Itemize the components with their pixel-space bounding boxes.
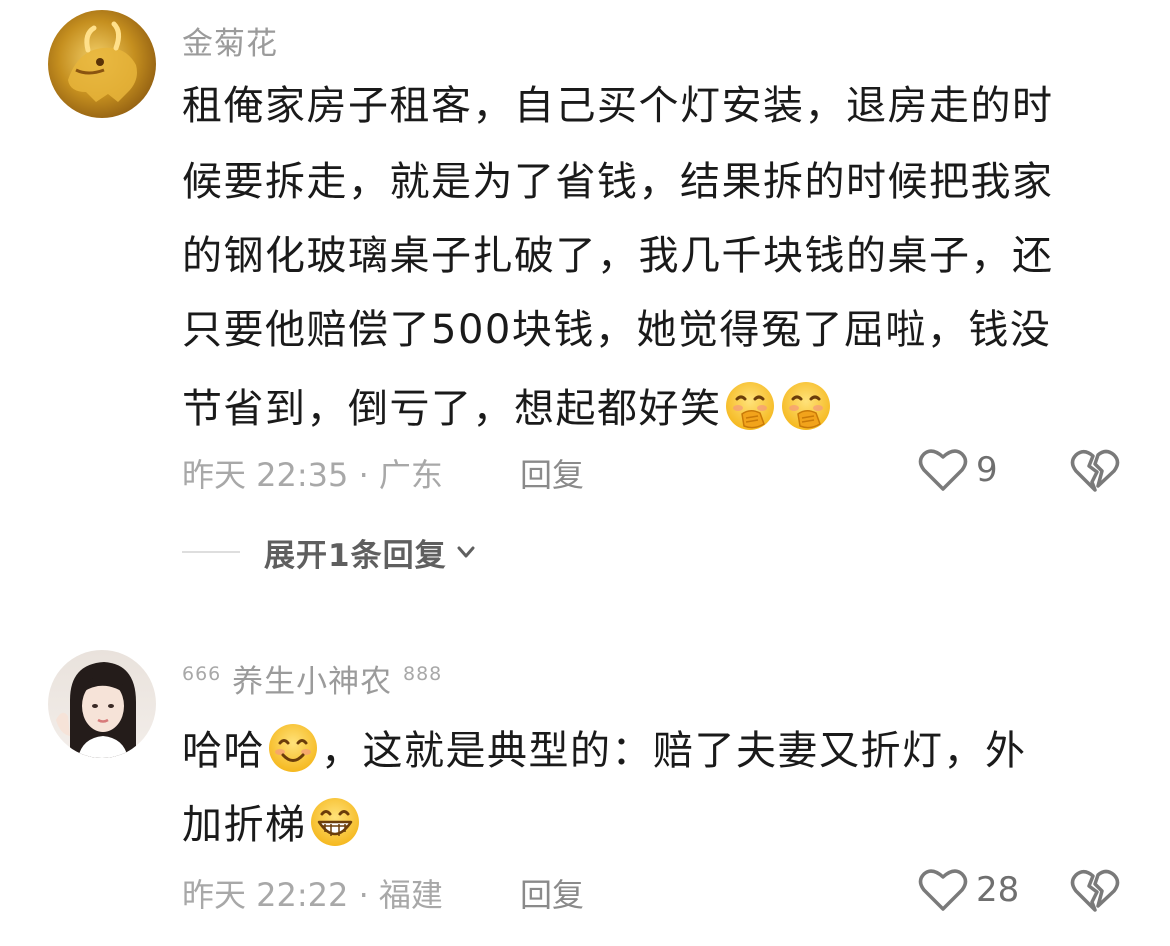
broken-heart-icon — [1070, 869, 1120, 912]
user-badge-right: 888 — [402, 663, 443, 685]
like-count: 28 — [976, 870, 1020, 910]
covering-mouth-laughing-emoji-icon — [725, 382, 774, 430]
grinning-face-emoji-icon — [310, 798, 359, 846]
comment-text-line: 哈哈 ，这就是典型的：赔了夫妻又折灯，外 — [182, 722, 1027, 775]
user-avatar[interactable] — [48, 650, 156, 758]
expand-replies-button[interactable]: 展开1条回复 — [182, 530, 477, 574]
comment-text-line-last: 节省到，倒亏了，想起都好笑 — [182, 380, 834, 433]
expand-replies-label: 展开1条回复 — [264, 537, 447, 574]
comment-text-line: 租俺家房子租客，自己买个灯安装，退房走的时 — [182, 83, 1054, 129]
heart-icon — [918, 869, 968, 911]
dislike-button[interactable] — [1070, 446, 1120, 496]
user-badge-left: 666 — [182, 663, 222, 685]
golden-ox-icon — [68, 21, 137, 102]
heart-icon — [918, 449, 968, 491]
divider-line — [182, 551, 240, 553]
user-avatar[interactable] — [48, 10, 156, 118]
comment-text: 哈哈 — [182, 728, 265, 774]
smiling-face-emoji-icon — [269, 724, 317, 772]
dislike-button[interactable] — [1070, 866, 1120, 916]
comment-text-line: 只要他赔偿了500块钱，她觉得冤了屈啦，钱没 — [182, 307, 1052, 353]
reply-button[interactable]: 回复 — [520, 450, 584, 496]
comment-timestamp-location: 昨天 22:35 · 广东 — [182, 456, 443, 494]
username: 养生小神农 — [232, 664, 393, 700]
comment-text-line: 加折梯 — [182, 796, 363, 849]
reply-button[interactable]: 回复 — [520, 870, 584, 916]
broken-heart-icon — [1070, 449, 1120, 492]
girl-portrait-icon — [56, 662, 136, 758]
chevron-down-icon — [457, 546, 475, 558]
like-button[interactable]: 9 — [918, 444, 998, 496]
comment-text-line: 的钢化玻璃桌子扎破了，我几千块钱的桌子，还 — [182, 233, 1054, 279]
comment-text: ，这就是典型的：赔了夫妻又折灯，外 — [321, 728, 1027, 774]
covering-mouth-laughing-emoji-icon — [781, 382, 830, 430]
like-button[interactable]: 28 — [918, 864, 1019, 916]
like-count: 9 — [976, 450, 998, 490]
username[interactable]: 金菊花 — [182, 18, 278, 63]
comment-text: 加折梯 — [182, 802, 307, 848]
comment-text: 节省到，倒亏了，想起都好笑 — [182, 386, 722, 432]
username-row[interactable]: 666 养生小神农 888 — [182, 656, 442, 701]
comment-text-line: 候要拆走，就是为了省钱，结果拆的时候把我家 — [182, 159, 1054, 205]
comment-timestamp-location: 昨天 22:22 · 福建 — [182, 876, 443, 914]
